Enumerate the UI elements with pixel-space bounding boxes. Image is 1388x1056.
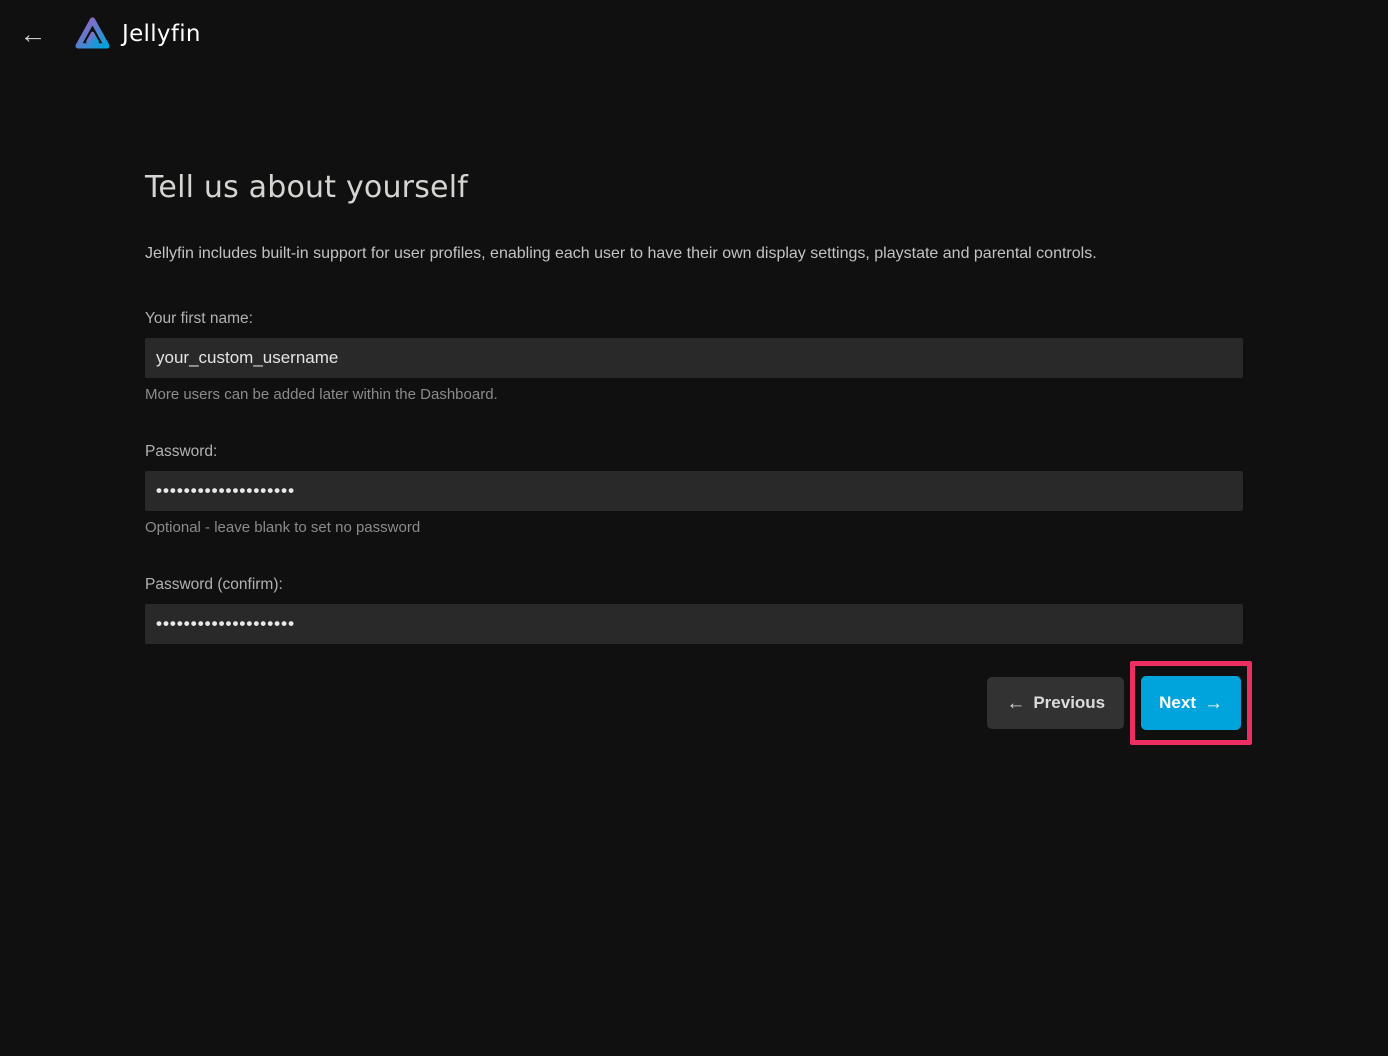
password-confirm-label: Password (confirm): [145,575,1243,594]
page-title: Tell us about yourself [145,170,1243,206]
first-name-label: Your first name: [145,309,1243,328]
password-label: Password: [145,442,1243,461]
app-title: Jellyfin [122,21,201,47]
wizard-buttons-row: ← Previous Next → [145,661,1243,745]
password-helper: Optional - leave blank to set no passwor… [145,519,1243,537]
next-button-highlight-annotation: Next → [1130,661,1252,745]
password-confirm-field: Password (confirm): [145,575,1243,644]
first-name-input[interactable] [145,338,1243,378]
next-button-label: Next [1159,693,1196,713]
arrow-left-icon: ← [20,21,47,48]
page-description: Jellyfin includes built-in support for u… [145,244,1243,263]
arrow-right-icon: → [1204,694,1223,713]
back-button[interactable]: ← [16,17,50,51]
jellyfin-logo-icon [72,11,113,57]
password-field: Password: Optional - leave blank to set … [145,442,1243,537]
first-name-field: Your first name: More users can be added… [145,309,1243,404]
previous-button-label: Previous [1033,693,1105,713]
top-bar: ← Jellyfin [0,0,1388,68]
previous-button[interactable]: ← Previous [987,677,1124,729]
app-logo: Jellyfin [72,11,201,57]
arrow-left-icon: ← [1006,694,1025,713]
first-name-helper: More users can be added later within the… [145,386,1243,404]
wizard-user-page: Tell us about yourself Jellyfin includes… [145,170,1243,745]
password-input[interactable] [145,471,1243,511]
next-button[interactable]: Next → [1141,676,1241,730]
password-confirm-input[interactable] [145,604,1243,644]
